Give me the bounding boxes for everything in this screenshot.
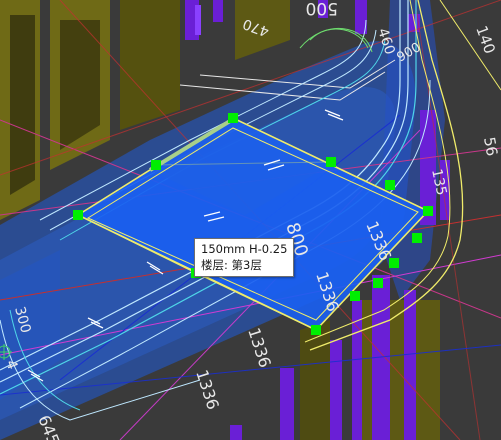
grip-handle bbox=[151, 160, 161, 170]
tooltip-thickness-elevation: 150mm H-0.25 bbox=[201, 242, 288, 256]
grip-handle bbox=[423, 206, 433, 216]
grip-handle bbox=[412, 233, 422, 243]
element-tooltip: 150mm H-0.25 楼层: 第3层 bbox=[194, 238, 295, 277]
grip-handle bbox=[311, 325, 321, 335]
grip-handle bbox=[228, 113, 238, 123]
grip-handle bbox=[73, 210, 83, 220]
tooltip-floor: 楼层: 第3层 bbox=[201, 258, 262, 272]
grip-handle bbox=[385, 180, 395, 190]
dim-label: 500 bbox=[306, 0, 338, 18]
cad-drawing[interactable]: 500 470 460 900 140 56 135 800 1336 1336… bbox=[0, 0, 501, 440]
cad-viewport[interactable]: 500 470 460 900 140 56 135 800 1336 1336… bbox=[0, 0, 501, 440]
grip-handle bbox=[350, 291, 360, 301]
dim-label: 56 bbox=[480, 136, 501, 158]
grip-handle bbox=[389, 258, 399, 268]
grip-handle bbox=[326, 157, 336, 167]
grip-handle bbox=[373, 278, 383, 288]
